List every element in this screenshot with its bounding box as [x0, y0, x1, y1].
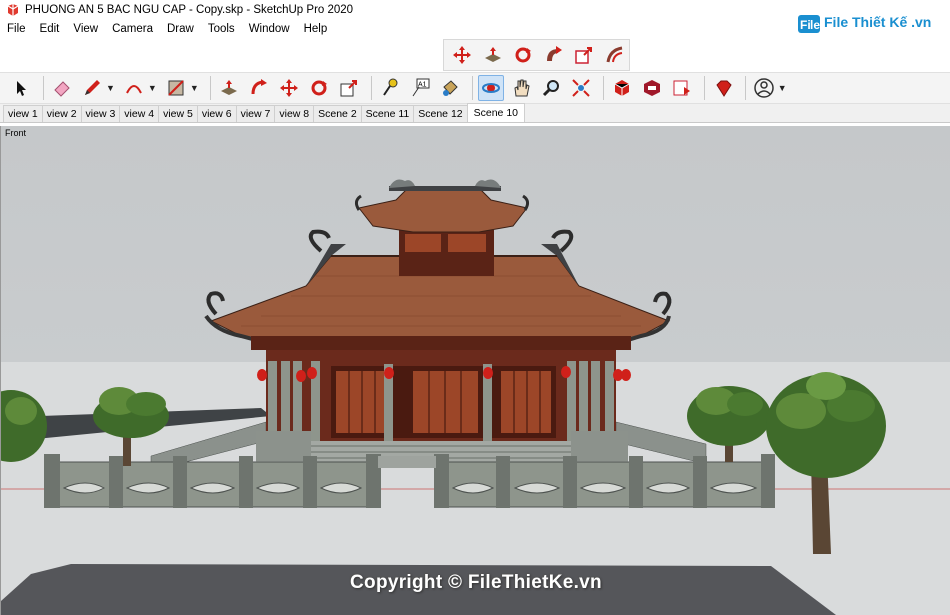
select-icon[interactable]	[8, 75, 34, 101]
3d-warehouse-icon[interactable]	[609, 75, 635, 101]
menu-edit[interactable]: Edit	[33, 23, 67, 35]
sketchup-app-icon	[7, 4, 19, 16]
tab-view-7[interactable]: view 7	[235, 105, 276, 122]
tab-view-6[interactable]: view 6	[196, 105, 237, 122]
menu-bar: File Edit View Camera Draw Tools Window …	[0, 20, 950, 37]
rectangle-icon[interactable]	[163, 75, 189, 101]
layout-icon[interactable]	[669, 75, 695, 101]
toolbar-separator	[744, 76, 746, 100]
scale-icon[interactable]	[336, 75, 362, 101]
extension-warehouse-icon[interactable]	[639, 75, 665, 101]
zoom-extents-icon[interactable]	[568, 75, 594, 101]
menu-tools[interactable]: Tools	[201, 23, 242, 35]
follow-me-icon[interactable]	[544, 42, 565, 68]
arc-dropdown-icon[interactable]: ▼	[148, 83, 157, 93]
orbit-icon[interactable]	[477, 75, 504, 101]
menu-camera[interactable]: Camera	[105, 23, 160, 35]
scale-icon[interactable]	[574, 42, 595, 68]
tab-view-3[interactable]: view 3	[80, 105, 121, 122]
follow-me-icon[interactable]	[246, 75, 272, 101]
rectangle-dropdown-icon[interactable]: ▼	[190, 83, 199, 93]
tab-scene-11[interactable]: Scene 11	[360, 105, 415, 122]
zoom-icon[interactable]	[538, 75, 564, 101]
text-icon[interactable]: A1	[407, 75, 433, 101]
paint-bucket-icon[interactable]	[437, 75, 463, 101]
scene-tabs: view 1 view 2 view 3 view 4 view 5 view …	[0, 103, 950, 123]
tab-view-1[interactable]: view 1	[3, 105, 43, 122]
temple-model-render	[1, 179, 950, 615]
toolbar-separator	[703, 76, 705, 100]
tab-view-4[interactable]: view 4	[119, 105, 160, 122]
sketchup-window: PHUONG AN 5 BAC NGU CAP - Copy.skp - Ske…	[0, 0, 950, 615]
menu-draw[interactable]: Draw	[160, 23, 201, 35]
menu-window[interactable]: Window	[242, 23, 297, 35]
arc-icon[interactable]	[121, 75, 147, 101]
move-icon[interactable]	[452, 42, 473, 68]
edit-toolbar	[443, 39, 630, 71]
push-pull-icon[interactable]	[483, 42, 504, 68]
tab-view-2[interactable]: view 2	[41, 105, 82, 122]
pencil-dropdown-icon[interactable]: ▼	[106, 83, 115, 93]
tape-measure-icon[interactable]	[377, 75, 403, 101]
account-icon[interactable]	[751, 75, 777, 101]
push-pull-icon[interactable]	[216, 75, 242, 101]
menu-file[interactable]: File	[0, 23, 33, 35]
copyright-watermark: Copyright © FileThietKe.vn	[350, 572, 602, 593]
toolbar-separator	[602, 76, 604, 100]
tab-view-5[interactable]: view 5	[158, 105, 198, 122]
eraser-icon[interactable]	[49, 75, 75, 101]
rotate-icon[interactable]	[306, 75, 332, 101]
toolbar-separator	[471, 76, 473, 100]
tab-view-8[interactable]: view 8	[274, 105, 315, 122]
pan-icon[interactable]	[508, 75, 534, 101]
move-icon[interactable]	[276, 75, 302, 101]
tab-scene-2[interactable]: Scene 2	[313, 105, 362, 122]
toolbar-separator	[209, 76, 211, 100]
right-balustrade	[434, 454, 775, 508]
rotate-icon[interactable]	[513, 42, 534, 68]
menu-help[interactable]: Help	[297, 23, 335, 35]
toolbar-separator	[370, 76, 372, 100]
left-balustrade	[44, 454, 381, 508]
tab-scene-12[interactable]: Scene 12	[413, 105, 468, 122]
menu-view[interactable]: View	[66, 23, 105, 35]
model-viewport[interactable]: Front Copyright © FileThietKe.vn	[0, 126, 950, 615]
window-title: PHUONG AN 5 BAC NGU CAP - Copy.skp - Ske…	[25, 4, 354, 16]
main-toolbar: ▼ ▼ ▼ A1 ▼	[0, 72, 950, 104]
offset-icon[interactable]	[605, 42, 626, 68]
toolbar-separator	[43, 76, 44, 100]
account-dropdown-icon[interactable]: ▼	[778, 83, 787, 93]
ruby-icon[interactable]	[710, 75, 736, 101]
pencil-icon[interactable]	[79, 75, 105, 101]
tab-scene-10[interactable]: Scene 10	[466, 103, 525, 122]
